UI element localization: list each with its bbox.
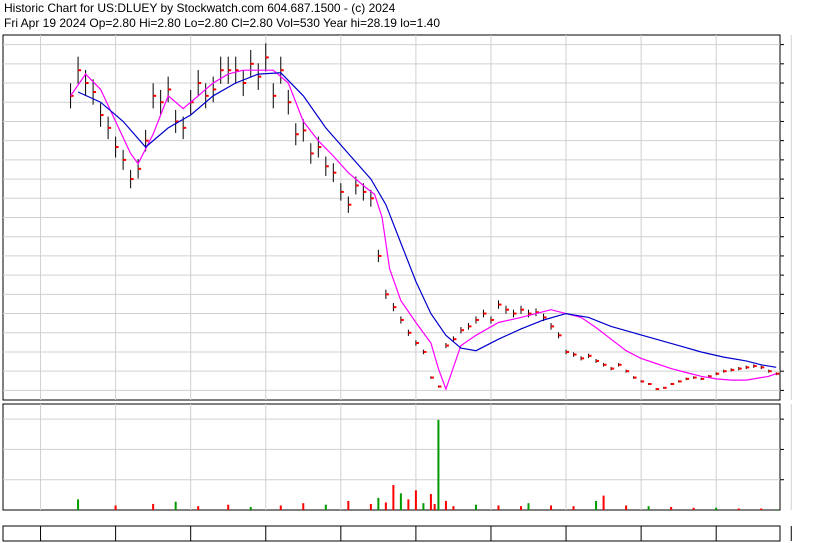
close-mark [716, 372, 720, 375]
close-mark [130, 178, 134, 181]
close-mark [656, 388, 660, 391]
close-mark [273, 94, 277, 97]
close-mark [581, 357, 585, 360]
close-mark [573, 353, 577, 356]
close-mark [498, 303, 502, 306]
price-panel [2, 34, 792, 401]
close-mark [145, 139, 149, 142]
close-mark [153, 94, 157, 97]
x-axis-frame [2, 525, 781, 542]
close-mark [521, 308, 524, 311]
close-mark [611, 367, 615, 370]
close-mark [626, 370, 630, 373]
close-mark [280, 69, 284, 72]
close-mark [213, 88, 217, 91]
close-mark [430, 376, 434, 379]
close-mark [160, 101, 164, 104]
close-mark [408, 331, 412, 334]
stock-chart [2, 34, 792, 542]
close-mark [490, 318, 494, 321]
close-mark [295, 133, 299, 136]
close-mark [701, 377, 705, 380]
close-mark [460, 329, 464, 332]
close-mark [138, 167, 142, 170]
close-mark [93, 90, 97, 93]
close-mark [558, 334, 562, 337]
close-mark [310, 152, 314, 155]
close-mark [513, 312, 517, 315]
close-mark [641, 380, 645, 383]
volume-panel [2, 403, 792, 511]
close-mark [85, 82, 89, 85]
close-mark [438, 385, 442, 388]
close-mark [318, 146, 322, 149]
close-mark [100, 114, 104, 117]
close-mark [265, 56, 269, 59]
x-axis-band [2, 525, 792, 542]
short-moving-average-line [70, 69, 777, 391]
close-mark [731, 368, 735, 371]
close-mark [633, 376, 637, 379]
close-mark [686, 377, 690, 380]
close-mark [363, 190, 367, 193]
close-mark [483, 312, 487, 315]
close-mark [618, 363, 622, 366]
close-mark [333, 171, 337, 174]
close-mark [475, 318, 479, 321]
close-mark [325, 165, 329, 168]
volume-panel-frame [2, 403, 781, 511]
close-mark [288, 101, 292, 104]
close-mark [505, 308, 509, 311]
close-mark [168, 88, 172, 91]
close-mark [340, 190, 344, 193]
close-mark [708, 375, 712, 378]
close-mark [303, 129, 307, 132]
close-mark [250, 62, 254, 65]
close-mark [385, 293, 389, 296]
close-mark [588, 354, 592, 357]
close-mark [370, 197, 374, 200]
close-mark [415, 342, 419, 345]
close-mark [596, 359, 600, 362]
close-mark [468, 325, 472, 328]
close-mark [183, 126, 187, 129]
close-mark [453, 338, 457, 341]
close-mark [723, 370, 727, 373]
close-mark [543, 316, 547, 319]
close-mark [551, 325, 555, 328]
close-mark [205, 94, 209, 97]
close-mark [115, 146, 119, 149]
close-mark [378, 254, 382, 257]
close-mark [123, 158, 127, 161]
close-mark [671, 382, 675, 385]
close-mark [761, 366, 765, 369]
close-mark [648, 382, 652, 385]
close-mark [393, 306, 397, 309]
close-mark [78, 69, 82, 72]
close-mark [776, 372, 780, 375]
close-mark [663, 386, 667, 389]
close-mark [768, 370, 772, 373]
close-mark [445, 344, 449, 347]
close-mark [603, 363, 607, 366]
close-mark [220, 69, 224, 72]
close-mark [400, 318, 404, 321]
close-mark [423, 350, 427, 353]
close-mark [228, 69, 232, 72]
close-mark [108, 126, 112, 129]
close-mark [348, 203, 352, 206]
close-mark [678, 380, 682, 383]
close-mark [258, 75, 262, 78]
close-mark [738, 367, 742, 370]
close-mark [198, 82, 202, 85]
close-mark [746, 366, 750, 369]
close-mark [566, 350, 570, 353]
close-mark [693, 376, 697, 379]
close-mark [753, 365, 757, 368]
close-mark [243, 82, 247, 85]
close-mark [355, 184, 359, 187]
